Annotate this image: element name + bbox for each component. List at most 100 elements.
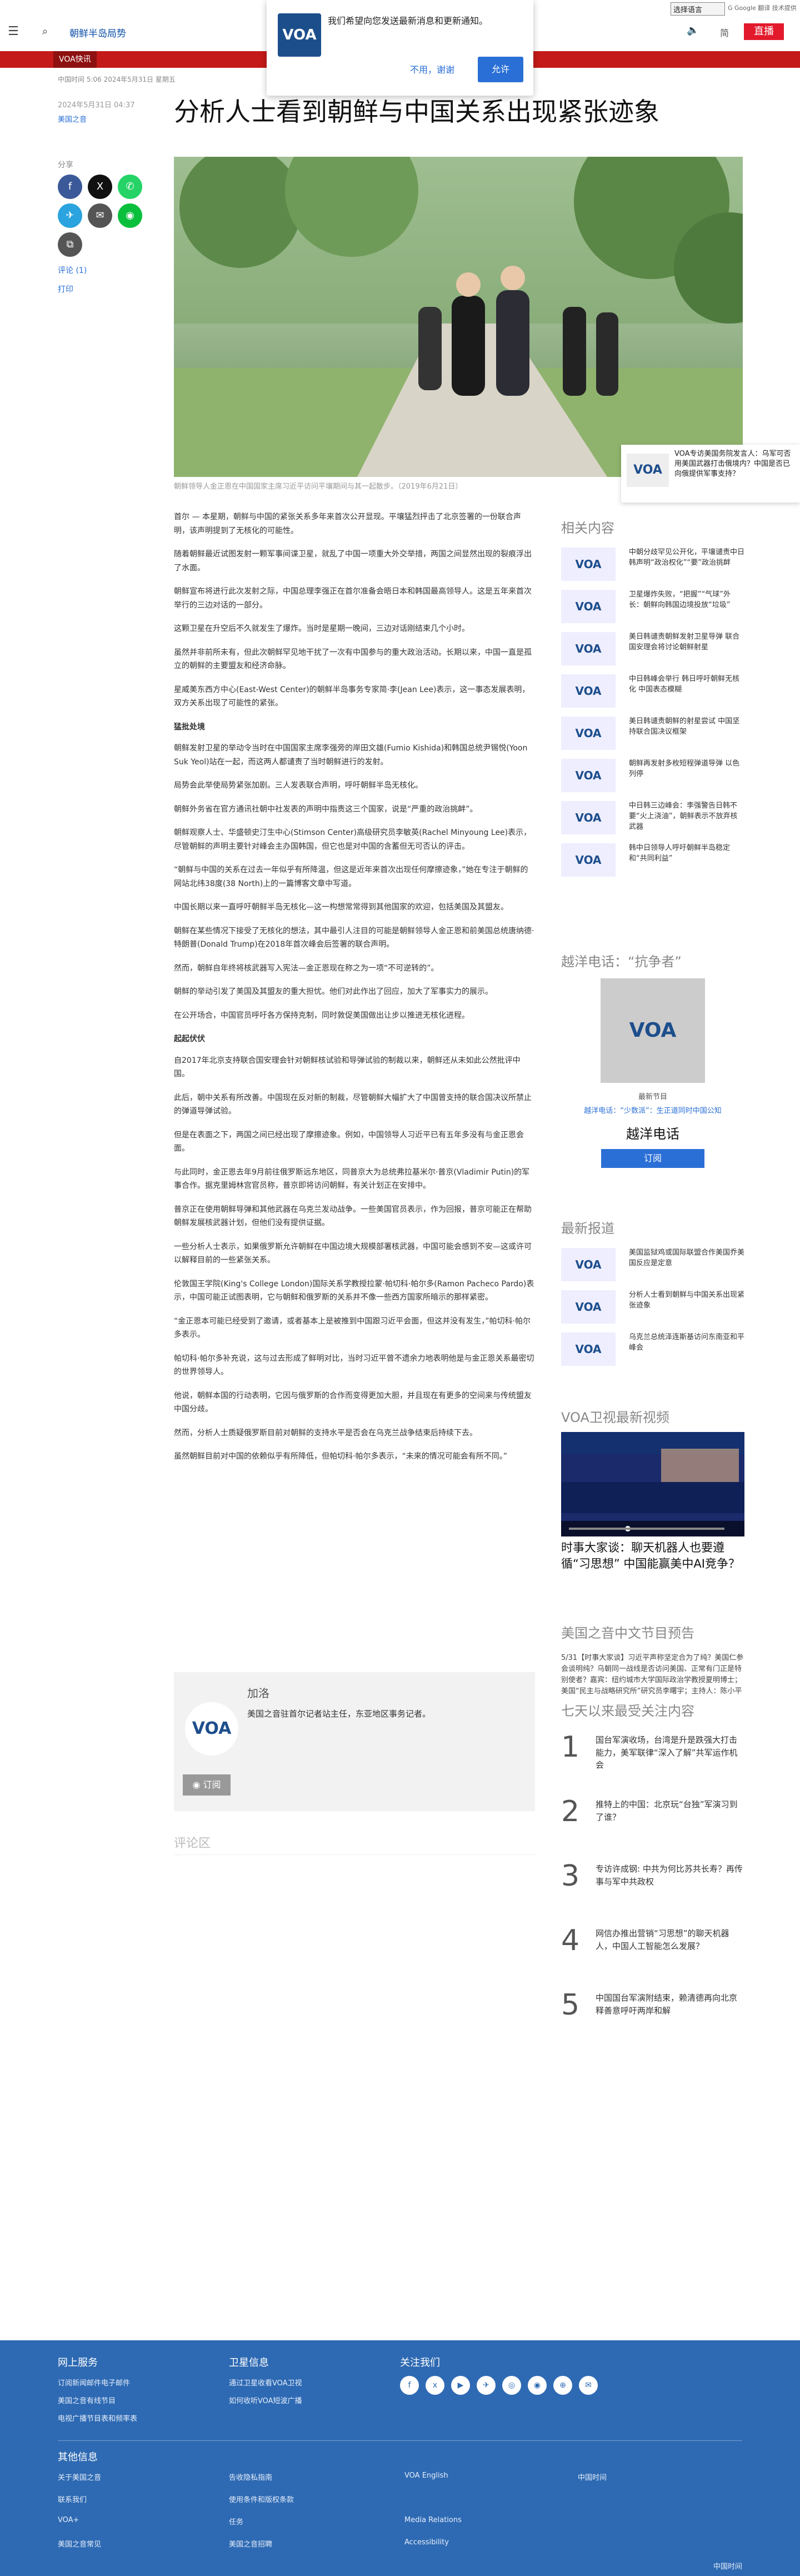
email-icon[interactable]: ✉ xyxy=(88,203,112,228)
language-toggle[interactable]: 简 xyxy=(720,26,729,39)
video-section-title[interactable]: VOA卫视最新视频 xyxy=(561,1406,744,1426)
top7-item[interactable]: 1 国台军演收场，台湾是升是跌强大打击能力，美军联律“深入了解”共军运作机会 xyxy=(561,1730,744,1795)
program-title[interactable]: 美国之音中文节目预告 xyxy=(561,1622,744,1642)
top7-item-text[interactable]: 专访许成钢: 中共为何比苏共长寿？再传事与军中共政权 xyxy=(596,1863,744,1888)
top7-item-text[interactable]: 网信办推出营销“习思想”的聊天机器人，中国人工智能怎么发展？ xyxy=(596,1927,744,1952)
related-item-text[interactable]: 卫星爆炸失败，“把握”“气球”外长：朝鲜向韩国边境投放“垃圾” xyxy=(629,590,744,611)
latest-item[interactable]: VOA 乌克兰总统泽连斯基访问东南亚和平峰会 xyxy=(561,1332,744,1375)
print-link[interactable]: 打印 xyxy=(58,284,73,295)
allow-button[interactable]: 允许 xyxy=(478,57,523,82)
related-item-text[interactable]: 美日韩谴责朝鲜发射卫星导弹 联合国安理会将讨论朝鲜射星 xyxy=(629,632,744,653)
related-item-text[interactable]: 朝鲜再发射多枚短程弹道导弹 以色列停 xyxy=(629,759,744,780)
top7-item[interactable]: 4 网信办推出营销“习思想”的聊天机器人，中国人工智能怎么发展？ xyxy=(561,1924,744,1988)
x-icon[interactable]: X xyxy=(88,175,112,199)
email-icon[interactable]: ✉ xyxy=(579,2376,598,2395)
top7-item-text[interactable]: 中国国台军演附结束，赖清德再向北京释善意呼吁两岸和解 xyxy=(596,1992,744,2017)
instagram-icon[interactable]: ◎ xyxy=(502,2376,521,2395)
voa-logo: VOA xyxy=(561,759,616,792)
footer-link[interactable]: 美国之音招聘 xyxy=(229,2538,272,2549)
related-item-text[interactable]: 中日韩三边峰会：李强警告日韩不要“火上浇油”，朝鲜表示不放弃核武器 xyxy=(629,801,744,833)
footer-link[interactable]: 美国之音有线节目 xyxy=(58,2395,116,2405)
audio-icon[interactable]: 🔈 xyxy=(687,24,699,36)
footer-link[interactable]: 中国时间 xyxy=(578,2471,607,2482)
footer-link[interactable]: 电视广播节目表和频率表 xyxy=(58,2413,137,2423)
latest-item[interactable]: VOA 分析人士看到朝鲜与中国关系出现紧张迹象 xyxy=(561,1290,744,1332)
top7-item[interactable]: 3 专访许成钢: 中共为何比苏共长寿？再传事与军中共政权 xyxy=(561,1859,744,1924)
comments-link[interactable]: 评论 (1) xyxy=(58,265,87,276)
footer-link[interactable]: 如何收听VOA短波广播 xyxy=(229,2395,302,2405)
related-item-text[interactable]: 中朝分歧罕见公开化，平壤谴责中日韩声明“政治权化”“要”政治挑衅 xyxy=(629,548,744,569)
deny-button[interactable]: 不用，谢谢 xyxy=(410,62,454,76)
footer-link[interactable]: Media Relations xyxy=(404,2516,462,2524)
facebook-icon[interactable]: f xyxy=(400,2376,419,2395)
related-item[interactable]: VOA 中日韩三边峰会：李强警告日韩不要“火上浇油”，朝鲜表示不放弃核武器 xyxy=(561,801,744,843)
related-item[interactable]: VOA 美日韩谴责朝鲜发射卫星导弹 联合国安理会将讨论朝鲜射星 xyxy=(561,632,744,674)
ticker-tag[interactable]: VOA快讯 xyxy=(53,51,97,68)
footer-link[interactable]: 订阅新闻邮件电子邮件 xyxy=(58,2377,130,2388)
x-icon[interactable]: x xyxy=(426,2376,444,2395)
language-select[interactable]: 选择语言 xyxy=(671,2,725,16)
telegram-icon[interactable]: ✈ xyxy=(477,2376,496,2395)
related-item[interactable]: VOA 中日韩峰会举行 韩日呼吁朝鲜无核化 中国表态模糊 xyxy=(561,674,744,717)
notification-prompt: VOA 我们希望向您发送最新消息和更新通知。 不用，谢谢 允许 xyxy=(267,0,533,96)
telegram-icon[interactable]: ✈ xyxy=(58,203,82,228)
podcast-episode[interactable]: 越洋电话：“少数派”：生正道同时中国公知 xyxy=(561,1105,744,1115)
podcast-subscribe-button[interactable]: 订阅 xyxy=(601,1149,704,1168)
top7-item[interactable]: 2 推特上的中国：北京玩“台独”军演习到了谁？ xyxy=(561,1795,744,1859)
paragraph: 此后，朝中关系有所改善。中国现在反对新的制裁，尽管朝鲜大幅扩大了中国曾支持的联合… xyxy=(174,1093,532,1116)
facebook-icon[interactable]: f xyxy=(58,175,82,199)
footer-link[interactable]: 美国之音常见 xyxy=(58,2538,101,2549)
top7-item-text[interactable]: 国台军演收场，台湾是升是跌强大打击能力，美军联律“深入了解”共军运作机会 xyxy=(596,1734,744,1772)
top7-item-text[interactable]: 推特上的中国：北京玩“台独”军演习到了谁？ xyxy=(596,1798,744,1823)
related-item[interactable]: VOA 韩中日领导人呼吁朝鲜半岛稳定和“共同利益” xyxy=(561,843,744,886)
podcast-icon[interactable]: ◉ xyxy=(528,2376,547,2395)
related-item-text[interactable]: 美日韩谴责朝鲜的射星尝试 中国坚持联合国决议框架 xyxy=(629,717,744,738)
latest-item[interactable]: VOA 美国监狱鸡或国际联盟合作美国乔美国反应是定意 xyxy=(561,1248,744,1290)
footer-link[interactable]: 告收隐私指南 xyxy=(229,2471,272,2482)
footer-col1-title: 网上服务 xyxy=(58,2357,98,2369)
whatsapp-icon[interactable]: ✆ xyxy=(118,175,142,199)
latest-item-text[interactable]: 美国监狱鸡或国际联盟合作美国乔美国反应是定意 xyxy=(629,1248,744,1269)
related-item[interactable]: VOA 中朝分歧罕见公开化，平壤谴责中日韩声明“政治权化”“要”政治挑衅 xyxy=(561,548,744,590)
video-caption[interactable]: 时事大家谈：聊天机器人也要遵循“习思想” 中国能赢美中AI竞争？ xyxy=(561,1540,744,1573)
paragraph: 伦敦国王学院(King's College London)国际关系学教授拉蒙·帕… xyxy=(174,1279,534,1302)
youtube-icon[interactable]: ▶ xyxy=(451,2376,470,2395)
line-icon[interactable]: ◉ xyxy=(118,203,142,228)
related-item[interactable]: VOA 美日韩谴责朝鲜的射星尝试 中国坚持联合国决议框架 xyxy=(561,717,744,759)
floating-video-card[interactable]: VOA VOA专访美国务院发言人：乌军可否用美国武器打击俄境内？中国是否已向俄提… xyxy=(621,445,800,503)
footer-link[interactable]: 联系我们 xyxy=(58,2494,87,2504)
top7-item[interactable]: 5 中国国台军演附结束，赖清德再向北京释善意呼吁两岸和解 xyxy=(561,1988,744,2053)
search-icon[interactable]: ⌕ xyxy=(42,26,48,37)
related-item-text[interactable]: 韩中日领导人呼吁朝鲜半岛稳定和“共同利益” xyxy=(629,843,744,864)
footer-link[interactable]: 通过卫星收看VOA卫视 xyxy=(229,2377,302,2388)
footer-link[interactable]: 关于美国之音 xyxy=(58,2471,101,2482)
copy-link-icon[interactable]: ⧉ xyxy=(58,232,82,257)
footer-link[interactable]: 使用条件和版权条款 xyxy=(229,2494,294,2504)
rss-subscribe-button[interactable]: ◉ 订阅 xyxy=(183,1774,231,1796)
related-item-text[interactable]: 中日韩峰会举行 韩日呼吁朝鲜无核化 中国表态模糊 xyxy=(629,674,744,695)
podcast-cover[interactable]: VOA xyxy=(601,978,705,1083)
menu-icon[interactable]: ☰ xyxy=(8,24,19,38)
voa-logo: VOA xyxy=(561,1332,616,1366)
footer-link[interactable]: 任务 xyxy=(229,2516,243,2527)
footer-link[interactable]: VOA+ xyxy=(58,2516,79,2524)
floating-card-text[interactable]: VOA专访美国务院发言人：乌军可否用美国武器打击俄境内？中国是否已向俄提供军事支… xyxy=(674,449,796,480)
rss-icon[interactable]: ⊕ xyxy=(553,2376,572,2395)
footer-link[interactable]: Accessibility xyxy=(404,2538,449,2547)
related-item[interactable]: VOA 卫星爆炸失败，“把握”“气球”外长：朝鲜向韩国边境投放“垃圾” xyxy=(561,590,744,632)
topic-link[interactable]: 朝鲜半岛局势 xyxy=(69,26,126,39)
related-title: 相关内容 xyxy=(561,520,614,536)
author-name[interactable]: 加洛 xyxy=(247,1684,269,1700)
author-link[interactable]: 美国之音 xyxy=(58,113,87,124)
related-item[interactable]: VOA 朝鲜再发射多枚短程弹道导弹 以色列停 xyxy=(561,759,744,801)
latest-item-text[interactable]: 乌克兰总统泽连斯基访问东南亚和平峰会 xyxy=(629,1332,744,1354)
footer-link[interactable]: VOA English xyxy=(404,2471,448,2480)
latest-item-text[interactable]: 分析人士看到朝鲜与中国关系出现紧张迹象 xyxy=(629,1290,744,1311)
podcast-title[interactable]: 越洋电话：“抗争者” xyxy=(561,951,744,970)
paragraph: 虽然并非前所未有，但此次朝鲜罕见地干扰了一次有中国参与的重大政治活动。长期以来，… xyxy=(174,648,532,671)
video-player[interactable] xyxy=(561,1432,744,1536)
author-box: 加洛 VOA 美国之音驻首尔记者站主任，东亚地区事务记者。 ◉ 订阅 xyxy=(174,1672,535,1811)
podcast-header: 越洋电话：“抗争者” xyxy=(561,951,744,981)
voa-logo: VOA xyxy=(561,717,616,750)
live-button[interactable]: 直播 xyxy=(744,23,784,40)
